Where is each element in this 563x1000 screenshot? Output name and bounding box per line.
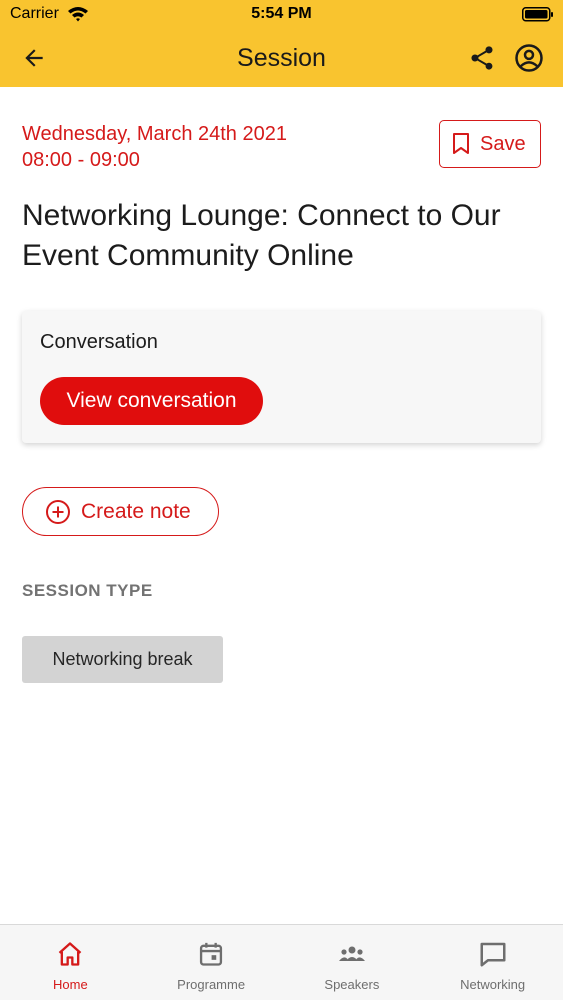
tab-networking[interactable]: Networking [422, 925, 563, 1000]
session-time: 08:00 - 09:00 [22, 149, 140, 171]
chat-icon [478, 939, 508, 969]
plus-circle-icon [46, 499, 70, 524]
session-type-heading: SESSION TYPE [22, 581, 153, 600]
share-icon [471, 46, 493, 70]
conversation-label: Conversation [40, 331, 158, 353]
tab-programme[interactable]: Programme [141, 925, 282, 1000]
tab-label: Speakers [324, 977, 380, 992]
tab-speakers[interactable]: Speakers [282, 925, 423, 1000]
profile-button[interactable] [513, 42, 545, 74]
create-note-label: Create note [81, 499, 191, 523]
status-time: 5:54 PM [251, 5, 312, 22]
share-button[interactable] [466, 42, 498, 74]
people-icon [337, 939, 367, 969]
bottom-tab-bar: Home Programme Speakers Networking [0, 924, 563, 1000]
tab-label: Programme [177, 977, 246, 992]
home-icon [55, 939, 85, 969]
tab-label: Home [53, 977, 88, 992]
create-note-button[interactable]: Create note [22, 487, 219, 536]
bookmark-icon [453, 133, 469, 154]
status-bar: Carrier 5:54 PM [0, 0, 563, 30]
tab-home[interactable]: Home [0, 925, 141, 1000]
session-type-chip: Networking break [22, 636, 223, 683]
tab-label: Networking [460, 977, 526, 992]
session-date: Wednesday, March 24th 2021 [22, 123, 287, 145]
conversation-card: Conversation View conversation [22, 311, 541, 443]
save-button-label: Save [480, 132, 526, 155]
save-button[interactable]: Save [439, 120, 541, 168]
view-conversation-button[interactable]: View conversation [40, 377, 263, 425]
session-title: Networking Lounge: Connect to Our Event … [22, 199, 501, 272]
battery-icon [522, 7, 553, 22]
calendar-icon [196, 939, 226, 969]
app-header: Carrier 5:54 PM Session [0, 0, 563, 87]
account-circle-icon [515, 44, 543, 72]
